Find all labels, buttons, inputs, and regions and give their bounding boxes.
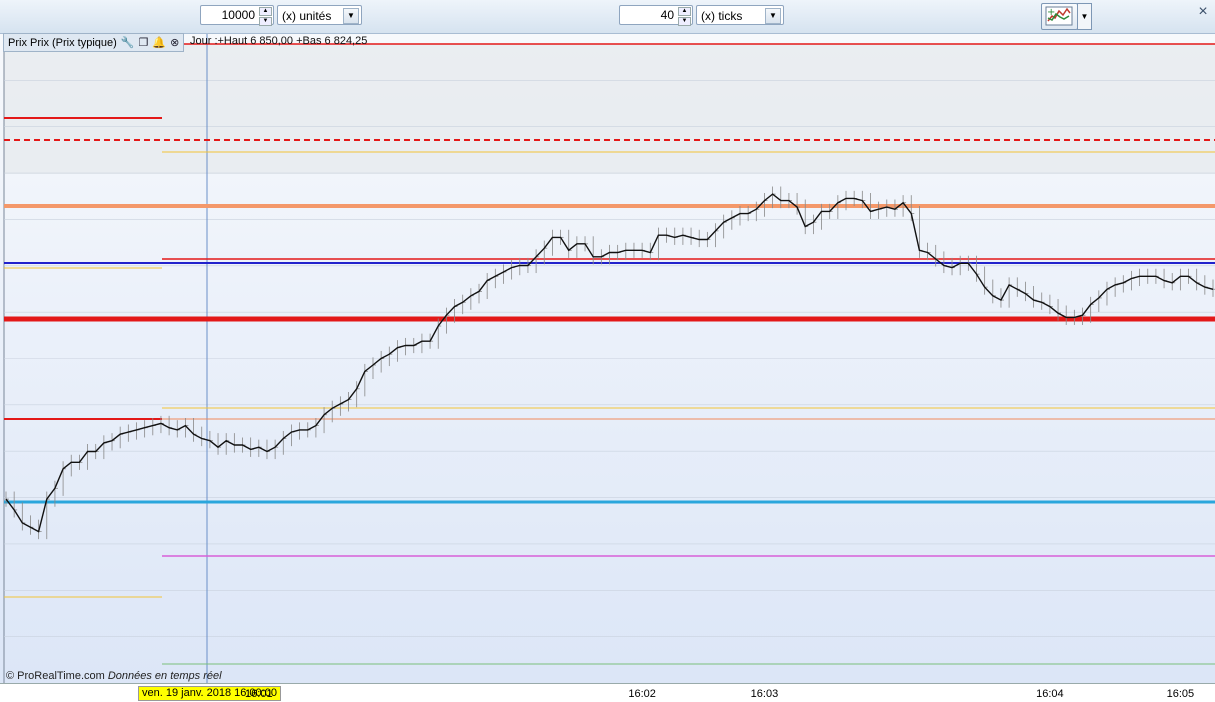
wrench-icon[interactable]: 🔧 <box>121 35 135 51</box>
time-axis: ven. 19 janv. 2018 16:00:00 16:01 16:02 16… <box>0 683 1215 702</box>
windows-icon[interactable]: ❐ <box>139 35 149 51</box>
x-tick-label: 16:04 <box>1036 688 1064 700</box>
ticks-spinner[interactable]: ▲▼ <box>619 5 693 26</box>
units-spin-arrows[interactable]: ▲ ▼ <box>259 7 272 26</box>
ticks-select[interactable]: (x) ticks ▼ <box>696 5 784 25</box>
legend-title: Prix Prix (Prix typique) <box>8 36 117 49</box>
indicator-legend[interactable]: Prix Prix (Prix typique) 🔧 ❐ 🔔 ⊗ <box>3 33 185 52</box>
close-circle-icon[interactable]: ⊗ <box>170 35 179 51</box>
units-select[interactable]: (x) unités ▼ <box>277 5 362 25</box>
chart-toolbar: ▲▼ (x) unités ▼ ▲▼ (x) ticks ▼ + ▼ × <box>0 0 1215 34</box>
units-input[interactable] <box>203 7 255 23</box>
indicators-dropdown-icon[interactable]: ▼ <box>1077 3 1092 30</box>
watermark: © ProRealTime.com Données en temps réel <box>6 670 222 682</box>
x-tick-label: 16:03 <box>750 688 779 700</box>
indicators-button[interactable]: + <box>1041 3 1078 30</box>
ticks-select-label: (x) ticks <box>701 9 743 23</box>
upper-zone <box>4 44 1215 174</box>
chevron-down-icon[interactable]: ▼ <box>343 8 359 24</box>
x-tick-label: 16:05 <box>1166 688 1195 700</box>
close-icon[interactable]: × <box>1194 3 1212 21</box>
units-select-label: (x) unités <box>282 9 332 23</box>
watermark-note: Données en temps réel <box>107 670 222 682</box>
watermark-brand: © ProRealTime.com <box>6 670 105 682</box>
x-tick-label: 16:01 <box>245 688 273 700</box>
ticks-input[interactable] <box>622 7 674 23</box>
chevron-down-icon[interactable]: ▼ <box>765 8 781 24</box>
x-tick-label: 16:02 <box>628 688 656 700</box>
indicators-icon: + <box>1045 6 1073 26</box>
bell-icon[interactable]: 🔔 <box>152 35 166 51</box>
ticks-spin-arrows[interactable]: ▲ ▼ <box>678 7 691 26</box>
units-spinner[interactable]: ▲▼ <box>200 5 274 26</box>
svg-text:+: + <box>1047 7 1055 18</box>
price-chart[interactable] <box>0 34 1215 683</box>
day-high-low-info: Jour :+Haut 6 850,00 +Bas 6 824,25 <box>190 35 368 47</box>
